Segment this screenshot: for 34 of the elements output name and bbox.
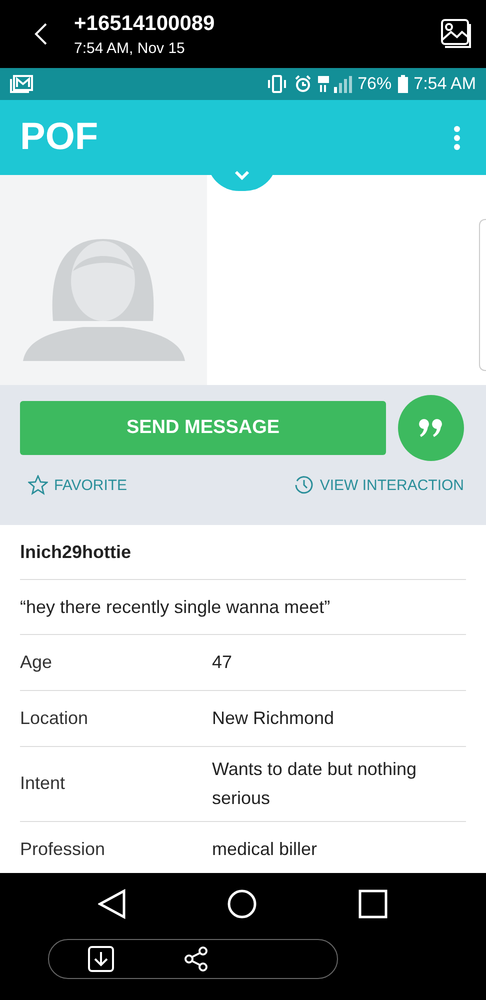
field-value: Wants to date but nothing serious bbox=[212, 758, 418, 810]
view-interaction-link[interactable]: VIEW INTERACTION bbox=[294, 475, 464, 495]
username: lnich29hottie bbox=[20, 542, 132, 562]
history-icon bbox=[294, 475, 314, 495]
recents-nav-icon[interactable] bbox=[358, 889, 388, 919]
app-title: POF bbox=[20, 116, 98, 159]
field-label: Location bbox=[20, 708, 90, 729]
clock: 7:54 AM bbox=[414, 74, 476, 94]
alarm-icon bbox=[294, 75, 312, 93]
sender-number: +16514100089 bbox=[74, 12, 216, 36]
vibrate-icon bbox=[266, 75, 288, 93]
back-nav-icon[interactable] bbox=[98, 889, 126, 919]
star-icon bbox=[28, 475, 48, 495]
home-nav-icon[interactable] bbox=[227, 889, 257, 919]
headline: “hey there recently single wanna meet” bbox=[20, 596, 330, 618]
field-value: New Richmond bbox=[212, 707, 334, 730]
field-label: Age bbox=[20, 652, 54, 673]
field-label: Intent bbox=[20, 773, 66, 794]
message-time: 7:54 AM, Nov 15 bbox=[74, 40, 186, 56]
back-icon[interactable] bbox=[34, 22, 48, 46]
field-value: medical biller bbox=[212, 838, 318, 861]
download-icon[interactable] bbox=[88, 946, 114, 972]
quote-icon bbox=[419, 419, 443, 437]
favorite-link[interactable]: FAVORITE bbox=[28, 475, 128, 495]
send-message-button[interactable]: SEND MESSAGE bbox=[20, 401, 386, 455]
battery-icon bbox=[398, 75, 408, 93]
field-value: 47 bbox=[212, 651, 232, 674]
battery-percent: 76% bbox=[358, 74, 392, 94]
chevron-down-icon bbox=[234, 170, 250, 180]
field-label: Profession bbox=[20, 838, 106, 860]
gallery-icon[interactable] bbox=[440, 18, 472, 50]
mail-icon bbox=[10, 75, 34, 93]
signal-icon bbox=[318, 75, 352, 93]
share-icon[interactable] bbox=[184, 946, 208, 972]
